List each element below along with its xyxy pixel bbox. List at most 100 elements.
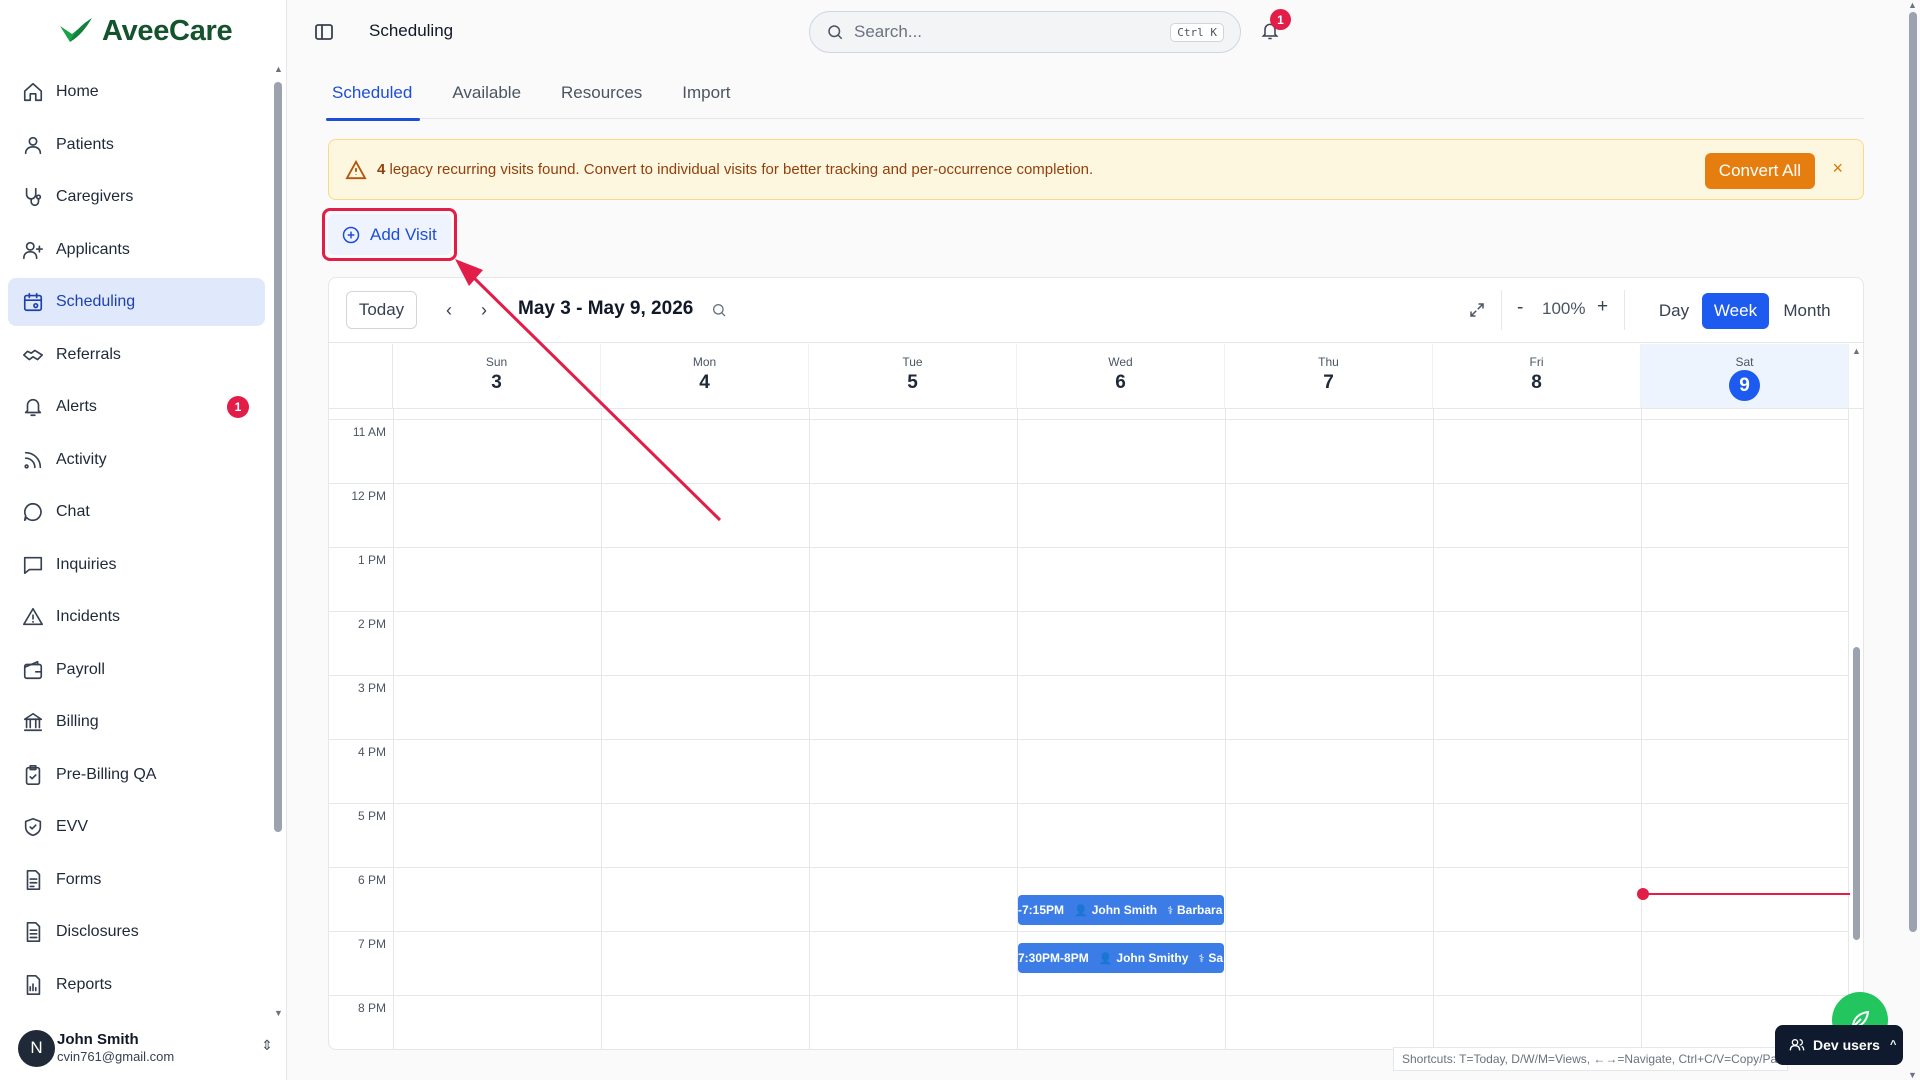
tab-available[interactable]: Available — [448, 82, 525, 119]
handshake-icon — [22, 344, 44, 366]
close-icon[interactable]: × — [1832, 158, 1843, 179]
notification-count-badge: 1 — [1270, 9, 1291, 30]
tab-resources[interactable]: Resources — [557, 82, 646, 119]
chevron-left-icon[interactable]: ‹ — [437, 298, 461, 322]
convert-all-button[interactable]: Convert All — [1704, 153, 1815, 189]
day-name: Wed — [1108, 355, 1133, 369]
week-calendar: Today ‹ › May 3 - May 9, 2026 - 100% + D… — [328, 277, 1864, 1050]
sidebar-item-alerts[interactable]: Alerts 1 — [8, 383, 265, 431]
hour-row: 3 PM — [329, 675, 1849, 739]
chevron-up-icon: ^ — [1889, 1039, 1897, 1051]
user-info: John Smith cvin761@gmail.com — [57, 1031, 174, 1065]
sidebar-scroll-thumb[interactable] — [274, 82, 282, 832]
day-column-divider — [601, 409, 602, 1049]
banner-message: 4 legacy recurring visits found. Convert… — [377, 161, 1093, 178]
sidebar-item-referrals[interactable]: Referrals — [8, 331, 265, 379]
sidebar-item-forms[interactable]: Forms — [8, 856, 265, 904]
sidebar-item-payroll[interactable]: Payroll — [8, 646, 265, 694]
search-input[interactable]: Search... Ctrl K — [809, 11, 1241, 53]
sidebar-item-scheduling[interactable]: Scheduling — [8, 278, 265, 326]
dev-users-label: Dev users — [1813, 1037, 1880, 1053]
search-placeholder: Search... — [854, 22, 923, 41]
day-name: Thu — [1318, 355, 1339, 369]
brand-logo[interactable]: AveeCare — [56, 14, 233, 48]
home-icon — [22, 81, 44, 103]
sidebar-item-home[interactable]: Home — [8, 68, 265, 116]
zoom-in-button[interactable]: + — [1597, 296, 1608, 318]
hour-label: 3 PM — [357, 681, 386, 695]
calendar-icon — [22, 291, 44, 313]
scroll-up-icon[interactable]: ▲ — [274, 64, 283, 74]
chevron-up-down-icon: ⇕ — [261, 1037, 273, 1053]
sidebar-item-incidents[interactable]: Incidents — [8, 593, 265, 641]
dev-users-button[interactable]: Dev users ^ — [1775, 1025, 1903, 1065]
add-visit-button[interactable]: Add Visit — [328, 214, 451, 255]
sidebar-item-label: Inquiries — [56, 555, 117, 573]
sidebar-item-label: Pre-Billing QA — [56, 765, 157, 783]
visit-event[interactable]: 7:30PM-8PM 👤 John Smithy ⚕ Sa — [1018, 943, 1224, 973]
scroll-down-icon[interactable]: ▼ — [1908, 1070, 1917, 1080]
sidebar-item-pre-billing-qa[interactable]: Pre-Billing QA — [8, 751, 265, 799]
sidebar-item-activity[interactable]: Activity — [8, 436, 265, 484]
sidebar-item-label: Disclosures — [56, 923, 139, 940]
fullscreen-button[interactable] — [1468, 301, 1486, 319]
scroll-down-icon[interactable]: ▼ — [274, 1008, 283, 1018]
sidebar-item-applicants[interactable]: Applicants — [8, 226, 265, 274]
users-icon — [1789, 1039, 1805, 1051]
visit-patient: John Smithy — [1116, 951, 1189, 965]
sidebar-item-inquiries[interactable]: Inquiries — [8, 541, 265, 589]
day-header-tue[interactable]: Tue 5 — [809, 344, 1017, 408]
calendar-scroll-thumb[interactable] — [1853, 647, 1860, 940]
sidebar-item-label: Caregivers — [56, 188, 134, 205]
visit-event[interactable]: -7:15PM 👤 John Smith ⚕ Barbara — [1018, 895, 1224, 925]
sidebar-scrollbar[interactable]: ▲ ▼ — [274, 64, 283, 1018]
calendar-scrollbar[interactable]: ▲ — [1850, 344, 1863, 1049]
view-month-button[interactable]: Month — [1773, 293, 1841, 329]
visit-caregiver: Barbara — [1177, 903, 1223, 917]
user-icon: 👤 — [1098, 952, 1113, 965]
topbar: Scheduling Search... Ctrl K 1 — [288, 0, 1898, 64]
sidebar-item-label: Chat — [56, 503, 90, 520]
day-header-thu[interactable]: Thu 7 — [1225, 344, 1433, 408]
time-grid[interactable]: 11 AM 12 PM 1 PM 2 PM 3 PM 4 PM 5 PM 6 P… — [329, 409, 1850, 1049]
window-scrollbar[interactable]: ▲ ▼ — [1905, 0, 1920, 1080]
day-header-sat[interactable]: Sat 9 — [1641, 344, 1849, 408]
sidebar-item-patients[interactable]: Patients — [8, 121, 265, 169]
tab-scheduled[interactable]: Scheduled — [325, 82, 421, 121]
day-header-wed[interactable]: Wed 6 — [1017, 344, 1225, 408]
visit-time: -7:15PM — [1018, 903, 1065, 917]
day-name: Sun — [485, 355, 508, 369]
sidebar-toggle-button[interactable] — [314, 22, 334, 42]
tab-import[interactable]: Import — [678, 82, 734, 119]
chevron-right-icon[interactable]: › — [472, 298, 496, 322]
sidebar-item-billing[interactable]: Billing — [8, 698, 265, 746]
day-header-mon[interactable]: Mon 4 — [601, 344, 809, 408]
sidebar-item-label: Alerts — [56, 398, 97, 415]
sidebar-item-disclosures[interactable]: Disclosures — [8, 908, 265, 956]
day-header-fri[interactable]: Fri 8 — [1433, 344, 1641, 408]
day-number: 4 — [699, 372, 710, 393]
user-menu[interactable]: N John Smith cvin761@gmail.com ⇕ — [18, 1025, 273, 1071]
window-scroll-thumb[interactable] — [1909, 12, 1917, 932]
user-icon: 👤 — [1074, 904, 1088, 917]
today-button[interactable]: Today — [346, 291, 417, 329]
day-header-sun[interactable]: Sun 3 — [393, 344, 601, 408]
sidebar-item-caregivers[interactable]: Caregivers — [8, 173, 265, 221]
date-search-button[interactable] — [711, 302, 727, 318]
view-day-button[interactable]: Day — [1648, 293, 1700, 329]
sidebar-item-reports[interactable]: Reports — [8, 961, 265, 1009]
zoom-out-button[interactable]: - — [1517, 297, 1523, 319]
scroll-up-icon[interactable]: ▲ — [1852, 346, 1861, 356]
hour-label: 4 PM — [357, 745, 386, 759]
sidebar-item-label: Incidents — [56, 608, 121, 625]
day-number: 8 — [1531, 372, 1542, 393]
expand-icon — [1470, 303, 1484, 317]
user-plus-icon — [22, 239, 44, 261]
day-name: Mon — [692, 355, 717, 369]
view-week-button[interactable]: Week — [1702, 293, 1769, 329]
sidebar-item-chat[interactable]: Chat — [8, 488, 265, 536]
search-icon — [828, 25, 843, 40]
scroll-up-icon[interactable]: ▲ — [1908, 0, 1917, 10]
sidebar-item-evv[interactable]: EVV — [8, 803, 265, 851]
brand-name: AveeCare — [102, 14, 233, 47]
